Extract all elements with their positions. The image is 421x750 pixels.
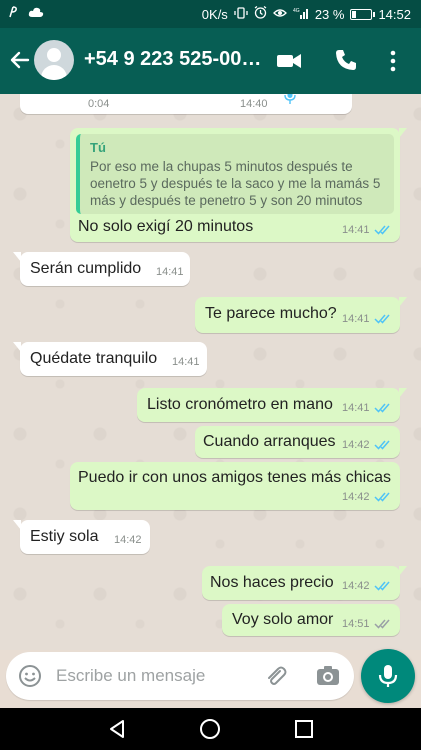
message-time: 14:51 <box>342 618 370 630</box>
contact-name[interactable]: +54 9 223 525-00… <box>84 48 264 71</box>
message-bubble-outgoing[interactable]: Listo cronómetro en mano 14:41 <box>137 388 407 422</box>
battery-icon <box>350 8 376 20</box>
message-time: 14:40 <box>240 98 268 110</box>
message-bubble-outgoing[interactable]: Nos haces precio 14:42 <box>202 566 407 600</box>
message-text: Te parece mucho? <box>205 305 337 322</box>
video-call-icon[interactable] <box>276 48 302 74</box>
vibrate-icon <box>234 6 248 22</box>
double-check-icon <box>374 440 390 450</box>
signal-p-icon <box>8 6 18 21</box>
message-bubble-incoming[interactable]: Estiy sola 14:42 <box>13 520 150 554</box>
message-text: Voy solo amor <box>232 611 334 628</box>
message-time: 14:42 <box>342 580 370 592</box>
camera-icon[interactable] <box>316 664 340 688</box>
message-bubble-outgoing[interactable]: Te parece mucho? 14:41 <box>195 297 407 333</box>
double-check-icon <box>374 581 390 591</box>
chat-area[interactable]: 0:04 14:40 Tú Por eso me la chupas 5 min… <box>0 94 421 650</box>
status-bar: 0K/s 4G 23 % 14:52 <box>0 0 421 28</box>
nav-recents-icon[interactable] <box>293 718 315 740</box>
audio-duration: 0:04 <box>88 98 110 110</box>
message-text: Puedo ir con unos amigos tenes más chica… <box>78 469 392 486</box>
message-time: 14:41 <box>342 313 370 325</box>
message-composer: Escribe un mensaje <box>6 652 354 700</box>
contact-avatar[interactable] <box>34 40 74 80</box>
message-time: 14:42 <box>342 491 370 503</box>
double-check-icon <box>374 619 390 629</box>
svg-text:4G: 4G <box>293 8 300 14</box>
cloud-icon <box>28 6 44 21</box>
double-check-icon <box>374 492 390 502</box>
reply-message-bubble[interactable]: Tú Por eso me la chupas 5 minutos despué… <box>70 128 407 242</box>
message-text: No solo exigí 20 minutos <box>78 218 254 235</box>
back-arrow-icon[interactable] <box>8 48 32 72</box>
status-time: 14:52 <box>378 6 411 22</box>
battery-percent: 23 % <box>314 6 345 22</box>
message-bubble-outgoing[interactable]: Puedo ir con unos amigos tenes más chica… <box>70 462 400 510</box>
double-check-icon <box>374 403 390 413</box>
quoted-message[interactable]: Tú Por eso me la chupas 5 minutos despué… <box>76 134 394 214</box>
nav-back-icon[interactable] <box>106 718 128 740</box>
microphone-icon <box>378 665 398 687</box>
quoted-author: Tú <box>90 140 106 155</box>
message-bubble-incoming[interactable]: Serán cumplido 14:41 <box>13 252 190 286</box>
quoted-text: Por eso me la chupas 5 minutos después t… <box>90 159 381 208</box>
eye-icon <box>272 7 287 22</box>
message-time: 14:41 <box>342 224 370 236</box>
nav-home-icon[interactable] <box>199 718 221 740</box>
message-bubble-outgoing[interactable]: Voy solo amor 14:51 <box>222 604 400 636</box>
message-input[interactable]: Escribe un mensaje <box>56 666 205 686</box>
network-speed: 0K/s <box>201 6 228 22</box>
message-text: Quédate tranquilo <box>30 350 158 367</box>
message-time: 14:41 <box>172 356 200 368</box>
voice-record-button[interactable] <box>361 649 415 703</box>
attach-paperclip-icon[interactable] <box>264 664 288 688</box>
audio-message-bubble[interactable]: 0:04 14:40 <box>20 94 352 114</box>
double-check-icon <box>374 314 390 324</box>
signal-bars-icon: 4G <box>293 7 309 22</box>
message-text: Serán cumplido <box>30 260 142 277</box>
message-text: Estiy sola <box>30 528 99 545</box>
message-text: Listo cronómetro en mano <box>147 396 333 413</box>
android-navigation-bar <box>0 708 421 750</box>
message-bubble-outgoing[interactable]: Cuando arranques 14:42 <box>195 426 400 458</box>
alarm-icon <box>254 5 267 22</box>
more-options-icon[interactable] <box>387 48 413 74</box>
message-time: 14:41 <box>342 402 370 414</box>
phone-call-icon[interactable] <box>334 48 360 74</box>
emoji-icon[interactable] <box>18 664 42 688</box>
message-bubble-incoming[interactable]: Quédate tranquilo 14:41 <box>13 342 207 376</box>
message-time: 14:42 <box>114 534 142 546</box>
message-time: 14:42 <box>342 439 370 451</box>
chat-header: +54 9 223 525-00… <box>0 28 421 94</box>
double-check-icon <box>374 225 390 235</box>
message-time: 14:41 <box>156 266 184 278</box>
message-text: Nos haces precio <box>210 574 334 591</box>
mic-small-icon <box>284 94 296 109</box>
message-text: Cuando arranques <box>203 433 336 450</box>
